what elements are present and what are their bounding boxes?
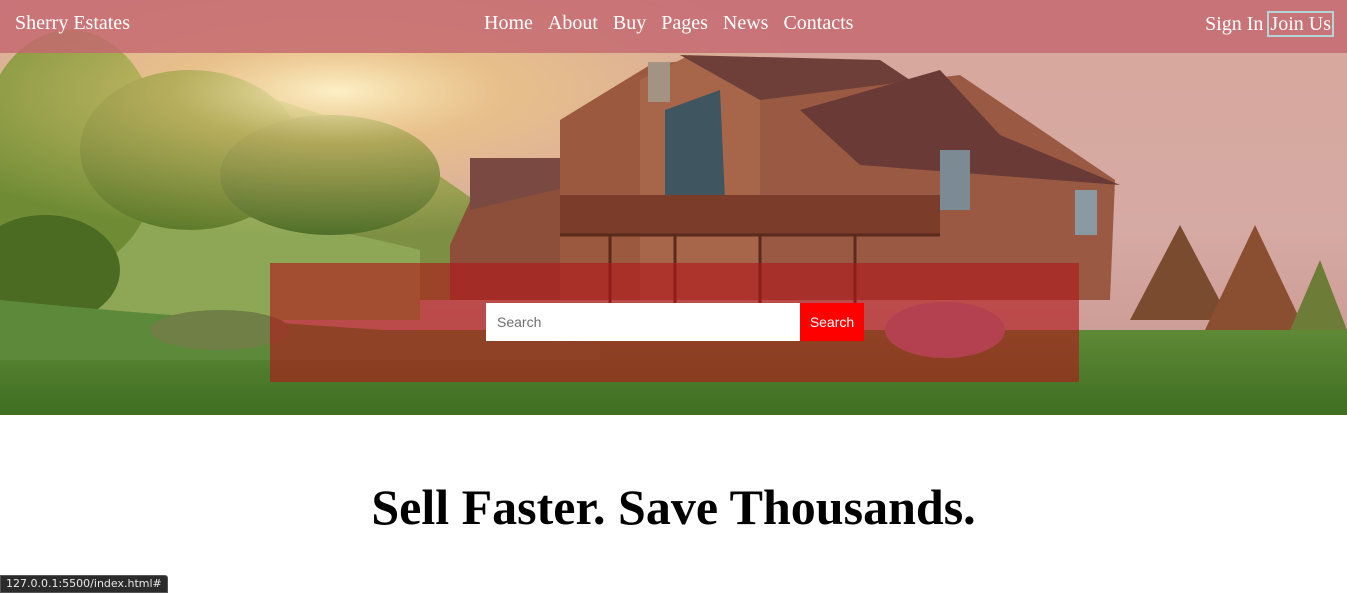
nav-link-about[interactable]: About — [548, 12, 598, 35]
search-input[interactable] — [486, 303, 800, 341]
nav-link-pages[interactable]: Pages — [661, 12, 708, 35]
nav-link-contacts[interactable]: Contacts — [783, 12, 853, 35]
brand-logo-link[interactable]: Sherry Estates — [15, 12, 130, 35]
nav-link-home[interactable]: Home — [484, 12, 533, 35]
nav-link-news[interactable]: News — [723, 12, 769, 35]
search-button[interactable]: Search — [800, 303, 864, 341]
nav-link-buy[interactable]: Buy — [613, 12, 646, 35]
sign-in-link[interactable]: Sign In — [1205, 13, 1263, 36]
page-heading: Sell Faster. Save Thousands. — [371, 479, 976, 535]
join-us-button[interactable]: Join Us — [1267, 11, 1334, 37]
top-navbar: Sherry Estates Home About Buy Pages News… — [0, 0, 1347, 53]
status-bar-url: 127.0.0.1:5500/index.html# — [0, 575, 168, 593]
search-panel: Search — [270, 263, 1079, 382]
main-nav: Home About Buy Pages News Contacts — [484, 12, 868, 35]
auth-links: Sign In Join Us — [1205, 11, 1334, 37]
